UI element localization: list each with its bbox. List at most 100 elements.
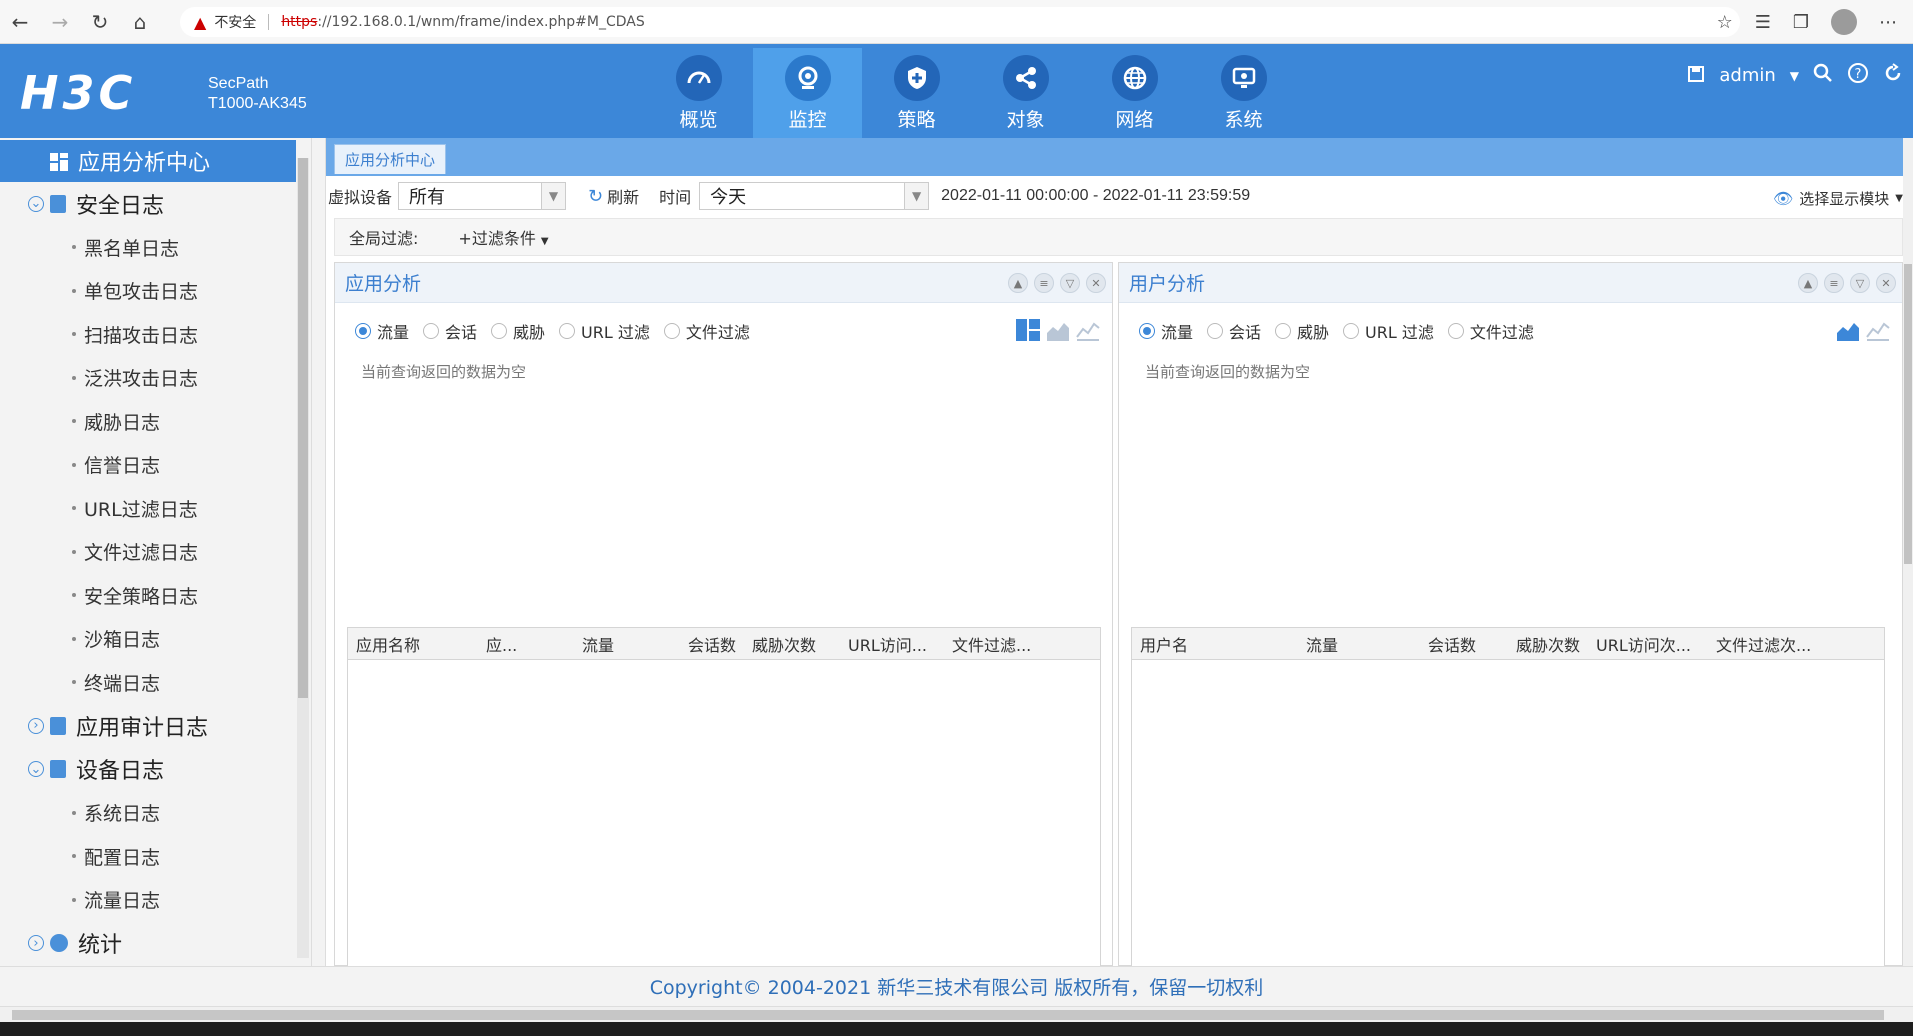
radio-file-filter[interactable]: 文件过滤 bbox=[1447, 319, 1534, 343]
radio-button[interactable] bbox=[423, 323, 440, 339]
sidebar-item-terminal-log[interactable]: 终端日志 bbox=[0, 661, 296, 705]
column-header[interactable]: 应用名称 bbox=[348, 632, 478, 656]
line-chart-icon[interactable] bbox=[1076, 319, 1100, 341]
forward-icon[interactable]: → bbox=[40, 0, 80, 44]
radio-file-filter[interactable]: 文件过滤 bbox=[663, 319, 750, 343]
radio-button[interactable] bbox=[1275, 323, 1292, 339]
radio-button[interactable] bbox=[663, 323, 680, 339]
sidebar-item-app-analysis-center[interactable]: 应用分析中心 bbox=[0, 140, 296, 182]
close-icon[interactable]: ✕ bbox=[1086, 273, 1106, 293]
collapse-up-icon[interactable]: ▲ bbox=[1008, 273, 1028, 293]
radio-button[interactable] bbox=[1343, 323, 1360, 339]
radio-button[interactable] bbox=[1139, 323, 1155, 339]
sidebar-scroll-thumb[interactable] bbox=[298, 158, 308, 698]
sidebar-item-scan-attack-log[interactable]: 扫描攻击日志 bbox=[0, 313, 296, 357]
sidebar-item-security-policy-log[interactable]: 安全策略日志 bbox=[0, 574, 296, 618]
collapse-icon[interactable]: ⌄ bbox=[28, 761, 44, 778]
nav-network[interactable]: 网络 bbox=[1080, 48, 1189, 138]
radio-button[interactable] bbox=[559, 323, 576, 339]
sidebar-item-system-log[interactable]: 系统日志 bbox=[0, 791, 296, 835]
radio-threat[interactable]: 威胁 bbox=[1275, 319, 1329, 343]
reload-icon[interactable]: ↻ bbox=[80, 0, 120, 44]
column-header[interactable]: 威胁次数 bbox=[744, 632, 840, 656]
column-header[interactable]: URL访问次... bbox=[1588, 632, 1708, 656]
area-chart-icon[interactable] bbox=[1836, 319, 1860, 341]
profile-avatar[interactable] bbox=[1831, 9, 1857, 35]
column-header[interactable]: 用户名 bbox=[1132, 632, 1298, 656]
column-header[interactable]: 文件过滤... bbox=[944, 632, 1052, 656]
vdevice-select[interactable]: 所有 ▼ bbox=[398, 182, 567, 210]
radio-url-filter[interactable]: URL 过滤 bbox=[1343, 319, 1434, 343]
treemap-icon[interactable] bbox=[1016, 319, 1040, 341]
column-header[interactable]: 应... bbox=[478, 632, 574, 656]
close-icon[interactable]: ✕ bbox=[1876, 273, 1896, 293]
sidebar-item-sandbox-log[interactable]: 沙箱日志 bbox=[0, 617, 296, 661]
nav-monitor[interactable]: 监控 bbox=[753, 48, 862, 138]
sidebar-item-single-packet-attack-log[interactable]: 单包攻击日志 bbox=[0, 269, 296, 313]
back-icon[interactable]: ← bbox=[0, 0, 40, 44]
list-icon[interactable]: ≡ bbox=[1034, 273, 1054, 293]
tab-app-analysis-center[interactable]: 应用分析中心 bbox=[334, 144, 447, 174]
column-header[interactable]: 流量 bbox=[1298, 632, 1384, 656]
add-filter-button[interactable]: +过滤条件 ▼ bbox=[458, 225, 548, 249]
sidebar-item-url-filter-log[interactable]: URL过滤日志 bbox=[0, 487, 296, 531]
refresh-button[interactable]: ↻ 刷新 bbox=[588, 184, 639, 208]
sidebar-item-file-filter-log[interactable]: 文件过滤日志 bbox=[0, 530, 296, 574]
radio-button[interactable] bbox=[1447, 323, 1464, 339]
column-header[interactable]: URL访问... bbox=[840, 632, 944, 656]
sidebar-group-security-log[interactable]: ⌄ 安全日志 bbox=[0, 182, 296, 226]
column-header[interactable]: 威胁次数 bbox=[1484, 632, 1588, 656]
horizontal-scroll-thumb[interactable] bbox=[12, 1010, 1884, 1020]
line-chart-icon[interactable] bbox=[1866, 319, 1890, 341]
radio-button[interactable] bbox=[355, 323, 371, 339]
filter-icon[interactable]: ▽ bbox=[1850, 273, 1870, 293]
sidebar-item-reputation-log[interactable]: 信誉日志 bbox=[0, 443, 296, 487]
collections-icon[interactable]: ❐ bbox=[1793, 12, 1809, 33]
radio-traffic[interactable]: 流量 bbox=[355, 319, 409, 343]
nav-overview[interactable]: 概览 bbox=[644, 48, 753, 138]
collapse-up-icon[interactable]: ▲ bbox=[1798, 273, 1818, 293]
help-icon[interactable]: ? bbox=[1847, 62, 1869, 89]
save-icon[interactable] bbox=[1687, 64, 1705, 88]
logout-icon[interactable] bbox=[1883, 63, 1903, 88]
column-header[interactable]: 流量 bbox=[574, 632, 654, 656]
area-chart-icon[interactable] bbox=[1046, 319, 1070, 341]
radio-session[interactable]: 会话 bbox=[423, 319, 477, 343]
nav-objects[interactable]: 对象 bbox=[971, 48, 1080, 138]
address-bar[interactable]: ▲ 不安全 https ://192.168.0.1/wnm/frame/ind… bbox=[180, 7, 1740, 37]
nav-policy[interactable]: 策略 bbox=[862, 48, 971, 138]
favorites-list-icon[interactable]: ☰ bbox=[1755, 12, 1771, 33]
nav-system[interactable]: 系统 bbox=[1189, 48, 1298, 138]
column-header[interactable]: 会话数 bbox=[654, 632, 744, 656]
column-header[interactable]: 文件过滤次... bbox=[1708, 632, 1828, 656]
sidebar-group-app-audit-log[interactable]: › 应用审计日志 bbox=[0, 704, 296, 748]
select-display-module-button[interactable]: 👁 选择显示模块 ▼ bbox=[1773, 188, 1903, 209]
radio-threat[interactable]: 威胁 bbox=[491, 319, 545, 343]
radio-button[interactable] bbox=[1207, 323, 1224, 339]
page-scroll-thumb[interactable] bbox=[1904, 264, 1912, 564]
radio-url-filter[interactable]: URL 过滤 bbox=[559, 319, 650, 343]
sidebar-group-statistics[interactable]: › 统计 bbox=[0, 922, 296, 966]
sidebar-scrollbar[interactable] bbox=[297, 158, 309, 958]
collapse-icon[interactable]: ⌄ bbox=[28, 195, 44, 212]
expand-icon[interactable]: › bbox=[28, 935, 44, 952]
radio-session[interactable]: 会话 bbox=[1207, 319, 1261, 343]
sidebar-item-threat-log[interactable]: 威胁日志 bbox=[0, 400, 296, 444]
more-menu-icon[interactable]: ⋯ bbox=[1879, 12, 1897, 33]
sidebar-item-config-log[interactable]: 配置日志 bbox=[0, 835, 296, 879]
filter-icon[interactable]: ▽ bbox=[1060, 273, 1080, 293]
expand-icon[interactable]: › bbox=[28, 717, 44, 734]
search-icon[interactable] bbox=[1813, 63, 1833, 88]
chevron-down-icon[interactable]: ▼ bbox=[1790, 69, 1799, 83]
horizontal-scrollbar[interactable] bbox=[0, 1006, 1913, 1022]
sidebar-group-device-log[interactable]: ⌄ 设备日志 bbox=[0, 748, 296, 792]
sidebar-item-traffic-log[interactable]: 流量日志 bbox=[0, 878, 296, 922]
page-scrollbar[interactable] bbox=[1903, 138, 1913, 966]
radio-traffic[interactable]: 流量 bbox=[1139, 319, 1193, 343]
user-menu[interactable]: admin bbox=[1719, 65, 1775, 86]
list-icon[interactable]: ≡ bbox=[1824, 273, 1844, 293]
time-select[interactable]: 今天 ▼ bbox=[699, 182, 930, 210]
sidebar-item-blacklist-log[interactable]: 黑名单日志 bbox=[0, 226, 296, 270]
sidebar-item-flood-attack-log[interactable]: 泛洪攻击日志 bbox=[0, 356, 296, 400]
sidebar-splitter[interactable] bbox=[312, 138, 326, 966]
